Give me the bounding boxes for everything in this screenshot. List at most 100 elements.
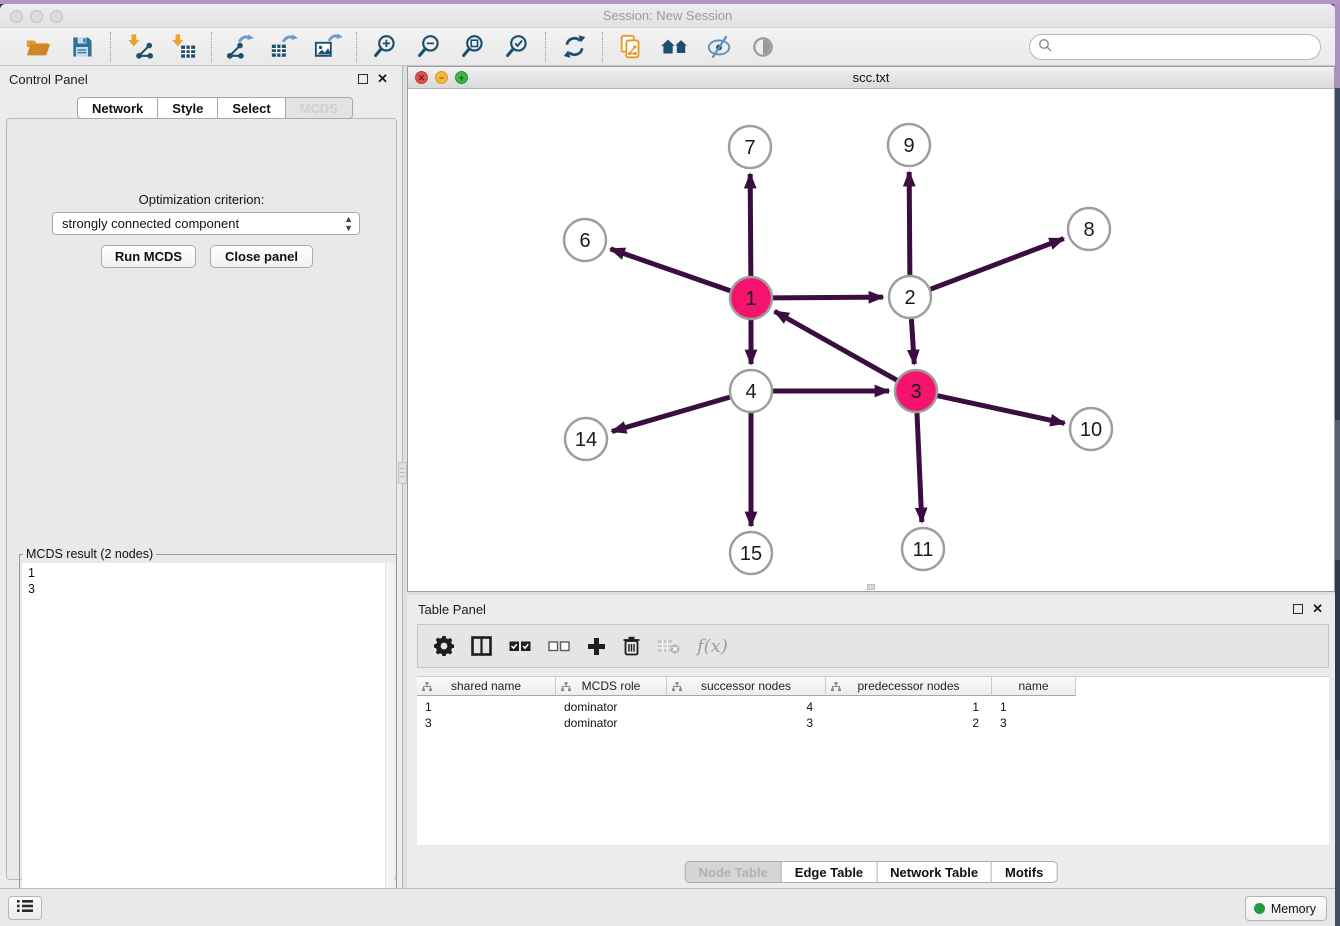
edge-1-6[interactable] xyxy=(610,249,730,291)
tab-mcds[interactable]: MCDS xyxy=(286,97,353,119)
node-15[interactable]: 15 xyxy=(730,532,772,574)
edge-2-9[interactable] xyxy=(909,172,910,275)
node-3[interactable]: 3 xyxy=(895,370,937,412)
cell-successor-nodes[interactable]: 4 xyxy=(667,699,826,715)
hide-graphics-details-icon[interactable] xyxy=(703,32,735,62)
node-1[interactable]: 1 xyxy=(730,277,772,319)
criterion-dropdown[interactable]: strongly connected component ▲▼ xyxy=(52,212,360,235)
refresh-icon[interactable] xyxy=(558,32,590,62)
table-float-icon[interactable] xyxy=(1293,604,1303,614)
node-8[interactable]: 8 xyxy=(1068,208,1110,250)
cell-name[interactable]: 1 xyxy=(992,699,1076,715)
edge-2-8[interactable] xyxy=(931,239,1064,290)
cell-name[interactable]: 3 xyxy=(992,715,1076,731)
export-network-icon[interactable] xyxy=(224,32,256,62)
column-header-shared-name[interactable]: shared name xyxy=(417,677,556,696)
svg-text:7: 7 xyxy=(744,137,755,159)
result-scrollbar[interactable] xyxy=(385,563,394,922)
export-table-icon[interactable] xyxy=(268,32,300,62)
save-session-icon[interactable] xyxy=(66,32,98,62)
first-neighbors-icon[interactable] xyxy=(615,32,647,62)
cell-mcds-role[interactable]: dominator xyxy=(556,699,667,715)
column-header-successor-nodes[interactable]: successor nodes xyxy=(667,677,826,696)
column-edit-icon[interactable] xyxy=(672,681,682,695)
cell-successor-nodes[interactable]: 3 xyxy=(667,715,826,731)
show-all-networks-icon[interactable] xyxy=(659,32,691,62)
node-10[interactable]: 10 xyxy=(1070,408,1112,450)
node-9[interactable]: 9 xyxy=(888,124,930,166)
column-header-predecessor-nodes[interactable]: predecessor nodes xyxy=(826,677,992,696)
add-column-icon[interactable] xyxy=(587,637,606,656)
network-title: scc.txt xyxy=(408,70,1334,85)
table-close-icon[interactable]: ✕ xyxy=(1312,601,1323,617)
run-mcds-button[interactable]: Run MCDS xyxy=(101,245,196,268)
cell-predecessor-nodes[interactable]: 2 xyxy=(826,715,992,731)
column-edit-icon[interactable] xyxy=(422,681,432,695)
deselect-all-checkboxes-icon[interactable] xyxy=(548,639,570,653)
zoom-fit-icon[interactable] xyxy=(457,32,489,62)
network-canvas[interactable]: 7 9 6 8 1 2 4 3 14 10 15 11 xyxy=(408,89,1334,591)
node-14[interactable]: 14 xyxy=(565,418,607,460)
cell-shared-name[interactable]: 1 xyxy=(417,699,556,715)
node-2[interactable]: 2 xyxy=(889,276,931,318)
cell-predecessor-nodes[interactable]: 1 xyxy=(826,699,992,715)
panel-divider-grip[interactable] xyxy=(398,462,407,484)
edge-1-2[interactable] xyxy=(773,297,883,298)
column-label: successor nodes xyxy=(701,679,791,693)
zoom-in-icon[interactable] xyxy=(369,32,401,62)
edge-1-7[interactable] xyxy=(750,174,751,276)
tab-network[interactable]: Network xyxy=(77,97,158,119)
zoom-selected-icon[interactable] xyxy=(501,32,533,62)
task-history-button[interactable] xyxy=(8,896,42,920)
table-row[interactable]: 3dominator323 xyxy=(417,715,1076,731)
close-panel-icon[interactable]: ✕ xyxy=(377,71,388,87)
column-edit-icon[interactable] xyxy=(831,681,841,695)
tab-motifs[interactable]: Motifs xyxy=(992,861,1057,883)
session-title: Session: New Session xyxy=(0,8,1335,23)
tab-network-table[interactable]: Network Table xyxy=(877,861,992,883)
network-view-window: ✕ − + scc.txt 7 9 6 8 1 2 4 3 14 10 15 11 xyxy=(407,66,1335,592)
memory-button[interactable]: Memory xyxy=(1245,896,1327,921)
delete-column-trash-icon[interactable] xyxy=(623,636,640,656)
import-table-icon[interactable] xyxy=(167,32,199,62)
table-settings-gear-icon[interactable] xyxy=(434,636,454,656)
edge-2-3[interactable] xyxy=(911,319,914,364)
mcds-result-area[interactable]: 1 3 xyxy=(22,563,394,922)
column-header-mcds-role[interactable]: MCDS role xyxy=(556,677,667,696)
canvas-resize-grip[interactable] xyxy=(867,584,875,590)
import-network-icon[interactable] xyxy=(123,32,155,62)
node-6[interactable]: 6 xyxy=(564,219,606,261)
control-panel: Control Panel ✕ NetworkStyleSelectMCDS O… xyxy=(0,66,403,888)
edge-4-14[interactable] xyxy=(612,397,730,431)
cell-mcds-role[interactable]: dominator xyxy=(556,715,667,731)
svg-text:9: 9 xyxy=(903,135,914,157)
tab-edge-table[interactable]: Edge Table xyxy=(782,861,877,883)
node-4[interactable]: 4 xyxy=(730,370,772,412)
main-toolbar xyxy=(0,28,1335,66)
network-window-titlebar[interactable]: ✕ − + scc.txt xyxy=(408,67,1334,89)
table-row[interactable]: 1dominator411 xyxy=(417,699,1076,715)
svg-text:3: 3 xyxy=(910,381,921,403)
close-panel-button[interactable]: Close panel xyxy=(210,245,313,268)
show-columns-icon[interactable] xyxy=(471,636,492,656)
tab-style[interactable]: Style xyxy=(158,97,218,119)
node-11[interactable]: 11 xyxy=(902,528,944,570)
edge-3-11[interactable] xyxy=(917,413,922,522)
search-input[interactable] xyxy=(1052,37,1320,57)
list-icon xyxy=(16,899,34,918)
search-box[interactable] xyxy=(1029,34,1321,60)
tab-select[interactable]: Select xyxy=(218,97,285,119)
select-all-checkboxes-icon[interactable] xyxy=(509,639,531,653)
column-edit-icon[interactable] xyxy=(561,681,571,695)
export-image-icon[interactable] xyxy=(312,32,344,62)
edge-3-10[interactable] xyxy=(937,396,1064,424)
float-panel-icon[interactable] xyxy=(358,74,368,84)
zoom-out-icon[interactable] xyxy=(413,32,445,62)
tab-node-table[interactable]: Node Table xyxy=(685,861,782,883)
cell-shared-name[interactable]: 3 xyxy=(417,715,556,731)
node-7[interactable]: 7 xyxy=(729,126,771,168)
column-header-name[interactable]: name xyxy=(992,677,1076,696)
edge-3-1[interactable] xyxy=(775,311,897,380)
open-session-icon[interactable] xyxy=(22,32,54,62)
svg-text:4: 4 xyxy=(745,381,756,403)
